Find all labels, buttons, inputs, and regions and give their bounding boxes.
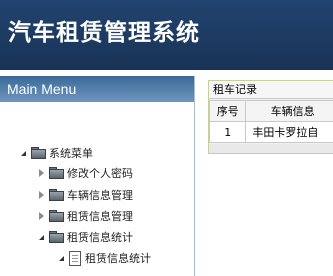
sidebar: Main Menu 系统菜单 修改个人密码 车辆信息管理 租赁信息管理 租赁信息… [0, 76, 195, 276]
expanded-arrow-icon[interactable] [36, 234, 46, 240]
collapsed-arrow-icon[interactable] [36, 169, 46, 177]
rental-records-table: 序号 车辆信息 1 丰田卡罗拉自 [209, 100, 333, 143]
app-header: 汽车租赁管理系统 [0, 0, 333, 70]
table-cell-index: 1 [209, 121, 247, 143]
rental-records-panel: 租车记录 序号 车辆信息 1 丰田卡罗拉自 [208, 80, 333, 154]
tree-node-label: 租赁信息管理 [67, 210, 133, 223]
folder-icon [49, 167, 64, 179]
tree-leaf-rental-statistics[interactable]: 租赁信息统计 [56, 249, 151, 267]
panel-title: 租车记录 [209, 81, 333, 99]
tree-node-vehicle-management[interactable]: 车辆信息管理 [36, 186, 133, 204]
column-header-vehicle-info[interactable]: 车辆信息 [245, 100, 333, 122]
folder-icon [49, 210, 64, 222]
expanded-arrow-icon [56, 255, 66, 261]
table-header-row: 序号 车辆信息 [209, 100, 333, 122]
table-row[interactable]: 1 丰田卡罗拉自 [209, 121, 333, 143]
folder-icon [31, 147, 46, 159]
panel-empty-area [209, 144, 333, 153]
document-icon [69, 250, 81, 266]
tree-node-change-password[interactable]: 修改个人密码 [36, 164, 133, 182]
tree-node-label: 租赁信息统计 [67, 231, 133, 244]
app-title: 汽车租赁管理系统 [8, 20, 200, 46]
collapsed-arrow-icon[interactable] [36, 191, 46, 199]
tree-node-label: 系统菜单 [49, 147, 93, 160]
tree-node-label: 修改个人密码 [67, 167, 133, 180]
collapsed-arrow-icon[interactable] [36, 212, 46, 220]
column-header-index[interactable]: 序号 [209, 100, 247, 122]
tree-node-rental-management[interactable]: 租赁信息管理 [36, 207, 133, 225]
main-menu-header: Main Menu [0, 76, 194, 102]
expanded-arrow-icon[interactable] [18, 150, 28, 156]
folder-icon [49, 231, 64, 243]
table-cell-vehicle-info: 丰田卡罗拉自 [245, 121, 333, 143]
tree-node-label: 租赁信息统计 [85, 252, 151, 265]
tree-node-rental-statistics[interactable]: 租赁信息统计 [36, 228, 133, 246]
folder-icon [49, 189, 64, 201]
tree-node-label: 车辆信息管理 [67, 189, 133, 202]
tree-node-root[interactable]: 系统菜单 [18, 144, 93, 162]
